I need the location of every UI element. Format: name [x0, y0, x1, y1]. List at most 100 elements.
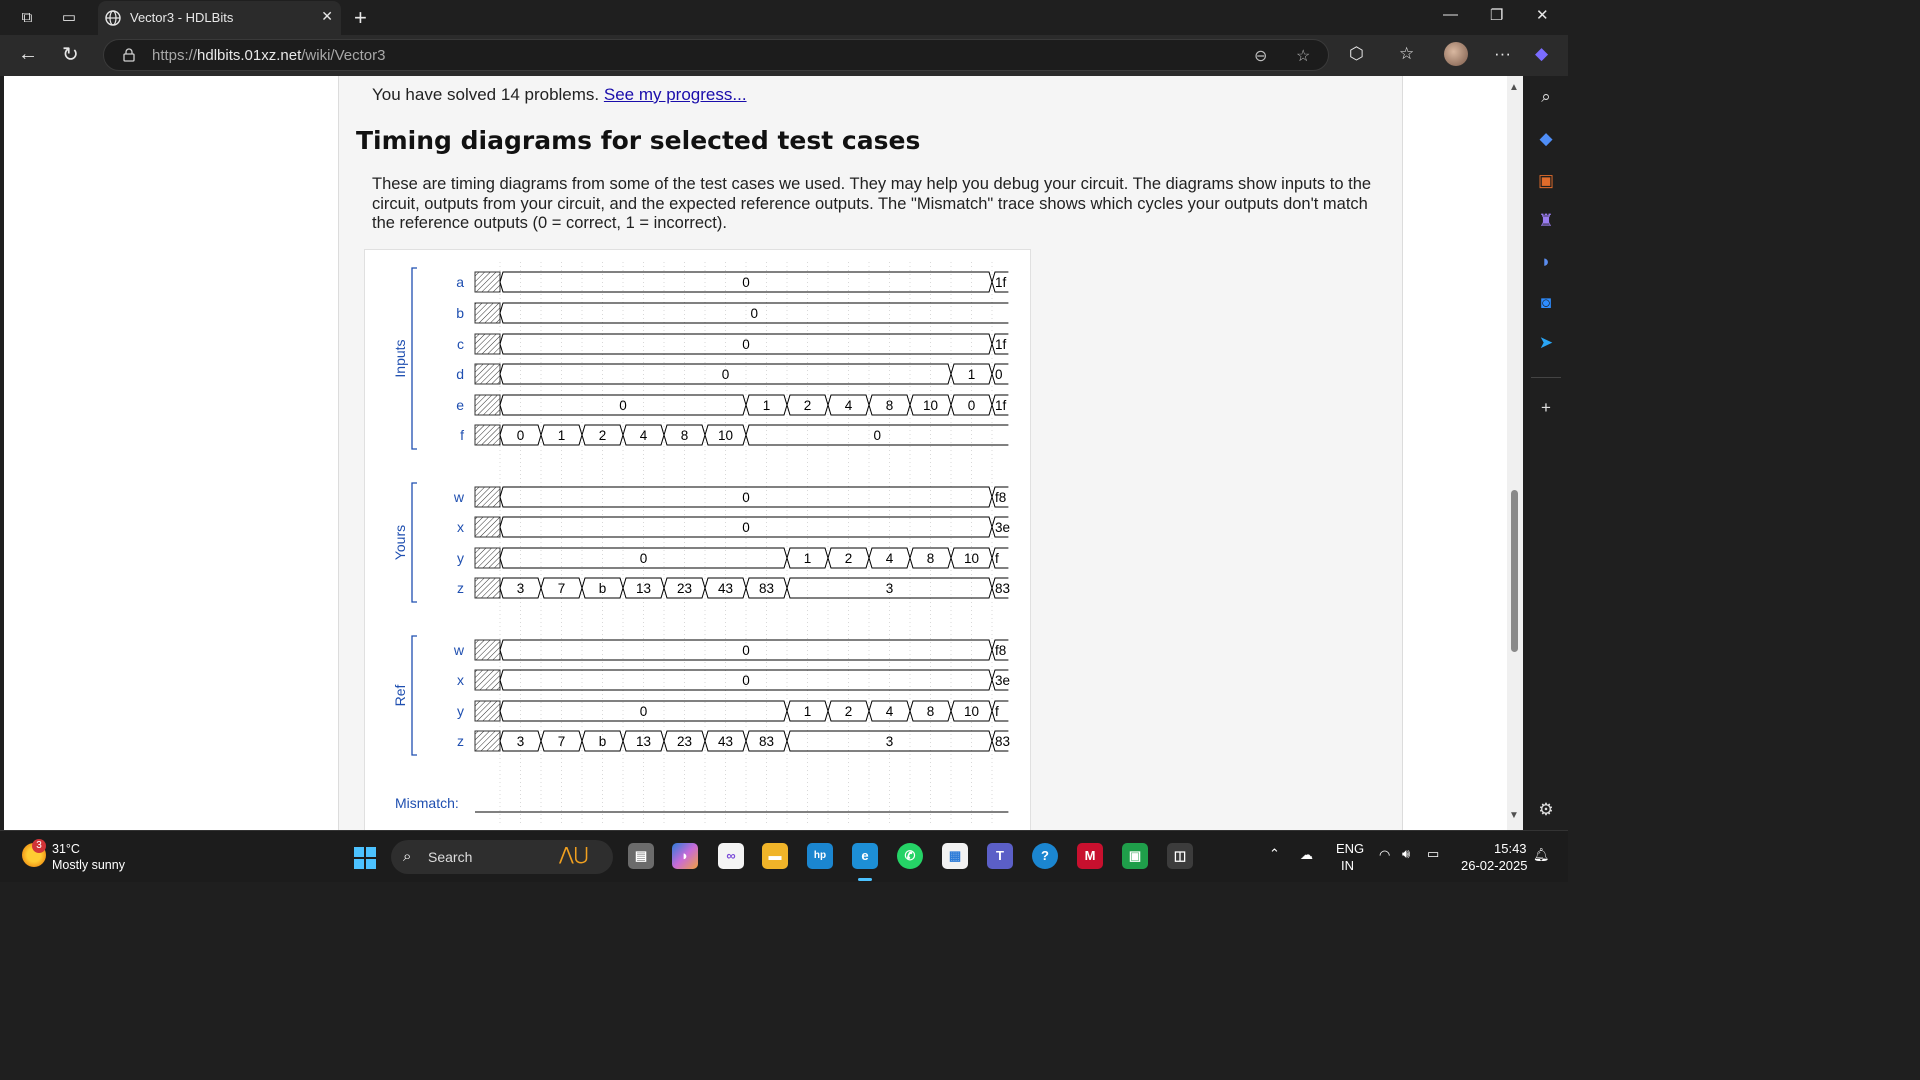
microsoft-store-icon[interactable]: ▦	[942, 843, 968, 869]
task-view-icon[interactable]: ▤	[628, 843, 654, 869]
language-line2[interactable]: IN	[1341, 858, 1354, 873]
copilot-icon[interactable]: ◆	[1535, 44, 1548, 64]
segment-value: 7	[558, 734, 566, 749]
copilot-sidebar-icon[interactable]: ◗	[1535, 251, 1557, 273]
segment-value: 23	[677, 581, 692, 596]
segment-value: 83	[759, 734, 774, 749]
tab-title: Vector3 - HDLBits	[130, 10, 234, 25]
segment-value: 4	[886, 704, 894, 719]
clock-time[interactable]: 15:43	[1494, 841, 1527, 856]
get-help-icon[interactable]: ?	[1032, 843, 1058, 869]
profile-avatar[interactable]	[1444, 42, 1468, 66]
taskbar-search[interactable]: ⌕ Search ⋀⋃	[391, 840, 613, 874]
scroll-thumb[interactable]	[1511, 490, 1518, 652]
scroll-down-arrow-icon[interactable]: ▼	[1509, 810, 1519, 821]
undefined-hatch	[474, 700, 501, 722]
wifi-icon[interactable]: ◠	[1379, 847, 1390, 863]
settings-gear-icon[interactable]: ⚙	[1535, 799, 1557, 821]
onedrive-error-icon[interactable]: ☁	[1300, 847, 1313, 863]
edge-browser-icon[interactable]: e	[852, 843, 878, 869]
undefined-hatch	[474, 547, 501, 569]
file-explorer-icon[interactable]: ▬	[762, 843, 788, 869]
reading-mode-icon[interactable]: ⊖	[1254, 46, 1267, 66]
tab-actions-icon[interactable]: ▭	[59, 8, 79, 28]
add-icon[interactable]: +	[1535, 397, 1557, 419]
show-hidden-icons-chevron[interactable]: ⌃	[1269, 846, 1280, 862]
microsoft-365-icon[interactable]: ∞	[718, 843, 744, 869]
group-label: Ref	[392, 685, 408, 707]
weather-temperature[interactable]: 31°C	[52, 842, 80, 856]
address-bar[interactable]: https://hdlbits.01xz.net/wiki/Vector3 ⊖ …	[103, 39, 1329, 71]
games-icon[interactable]: ♜	[1535, 210, 1557, 232]
copilot-app-icon[interactable]: ◗	[672, 843, 698, 869]
minimize-icon[interactable]: —	[1443, 6, 1458, 23]
content-column: You have solved 14 problems. See my prog…	[338, 76, 1403, 830]
close-window-icon[interactable]: ✕	[1536, 6, 1549, 24]
edge-sidebar: ⌕ ◆ ▣ ♜ ◗ ◙ ➤ + ⚙	[1523, 76, 1568, 830]
segment-value: 8	[927, 551, 935, 566]
classroom-icon[interactable]: ▣	[1122, 843, 1148, 869]
battery-icon[interactable]: ▭	[1427, 846, 1439, 862]
undefined-hatch	[474, 577, 501, 599]
restore-icon[interactable]: ❐	[1490, 6, 1503, 24]
clock-date[interactable]: 26-02-2025	[1461, 858, 1528, 873]
segment-value: 83	[995, 581, 1010, 596]
segment-value: b	[599, 734, 607, 749]
favorite-star-icon[interactable]: ☆	[1296, 46, 1310, 66]
browser-tab-bar: ⧉ ▭ Vector3 - HDLBits ✕ + — ❐ ✕	[0, 0, 1568, 35]
reload-icon[interactable]: ↻	[62, 42, 79, 67]
url-text: https://hdlbits.01xz.net/wiki/Vector3	[152, 47, 386, 64]
search-icon[interactable]: ⌕	[1535, 86, 1557, 108]
page-scrollbar[interactable]: ▲ ▼	[1507, 76, 1523, 830]
undefined-hatch	[474, 669, 501, 691]
segment-value: 0	[742, 337, 750, 352]
tab-vector3[interactable]: Vector3 - HDLBits ✕	[98, 1, 341, 35]
segment-value: f8	[995, 490, 1006, 505]
language-line1[interactable]: ENG	[1336, 841, 1364, 856]
shopping-tag-icon[interactable]: ◆	[1535, 128, 1557, 150]
segment-value: 2	[804, 398, 812, 413]
back-arrow-icon[interactable]: ←	[18, 43, 38, 66]
progress-link[interactable]: See my progress...	[604, 85, 747, 104]
volume-icon[interactable]: 🔊︎	[1402, 846, 1410, 862]
extensions-icon[interactable]: ⬡	[1349, 44, 1364, 64]
segment-value: 23	[677, 734, 692, 749]
signal-name: x	[457, 672, 464, 688]
telegram-icon[interactable]: ➤	[1535, 332, 1557, 354]
lock-icon[interactable]	[122, 48, 136, 62]
teams-icon[interactable]: T	[987, 843, 1013, 869]
workspaces-icon[interactable]: ⧉	[17, 8, 37, 28]
segment-value: 1	[804, 551, 812, 566]
group-bracket	[411, 482, 417, 603]
mcafee-icon[interactable]: M	[1077, 843, 1103, 869]
segment-value: 1f	[995, 337, 1007, 352]
segment-value: 7	[558, 581, 566, 596]
signal-name: f	[460, 427, 464, 443]
myhp-icon[interactable]: hp	[807, 843, 833, 869]
segment-value: 0	[968, 398, 976, 413]
segment-value: 0	[640, 551, 648, 566]
segment-value: 3	[886, 581, 894, 596]
segment-value: 1f	[995, 275, 1007, 290]
group-bracket	[411, 267, 417, 450]
segment-value: f8	[995, 643, 1006, 658]
more-options-icon[interactable]: ···	[1494, 44, 1511, 64]
undefined-hatch	[474, 639, 501, 661]
weather-description[interactable]: Mostly sunny	[52, 858, 125, 872]
close-tab-icon[interactable]: ✕	[321, 8, 333, 25]
new-tab-button[interactable]: +	[354, 5, 367, 31]
whatsapp-icon[interactable]: ✆	[897, 843, 923, 869]
windows-start-icon[interactable]	[354, 847, 376, 869]
segment-value: 1f	[995, 398, 1007, 413]
notifications-bell-icon[interactable]: 🔔︎	[1533, 847, 1550, 863]
scroll-up-arrow-icon[interactable]: ▲	[1509, 82, 1519, 93]
segment-value: 0	[640, 704, 648, 719]
outlook-icon[interactable]: ◙	[1535, 292, 1557, 314]
group-label: Yours	[392, 525, 408, 560]
segment-value: 13	[636, 581, 651, 596]
undefined-hatch	[474, 271, 501, 293]
favorites-icon[interactable]: ☆	[1399, 44, 1414, 64]
address-bar-row: ← ↻ https://hdlbits.01xz.net/wiki/Vector…	[0, 35, 1568, 76]
tools-icon[interactable]: ▣	[1535, 170, 1557, 192]
app-window-icon[interactable]: ◫	[1167, 843, 1193, 869]
